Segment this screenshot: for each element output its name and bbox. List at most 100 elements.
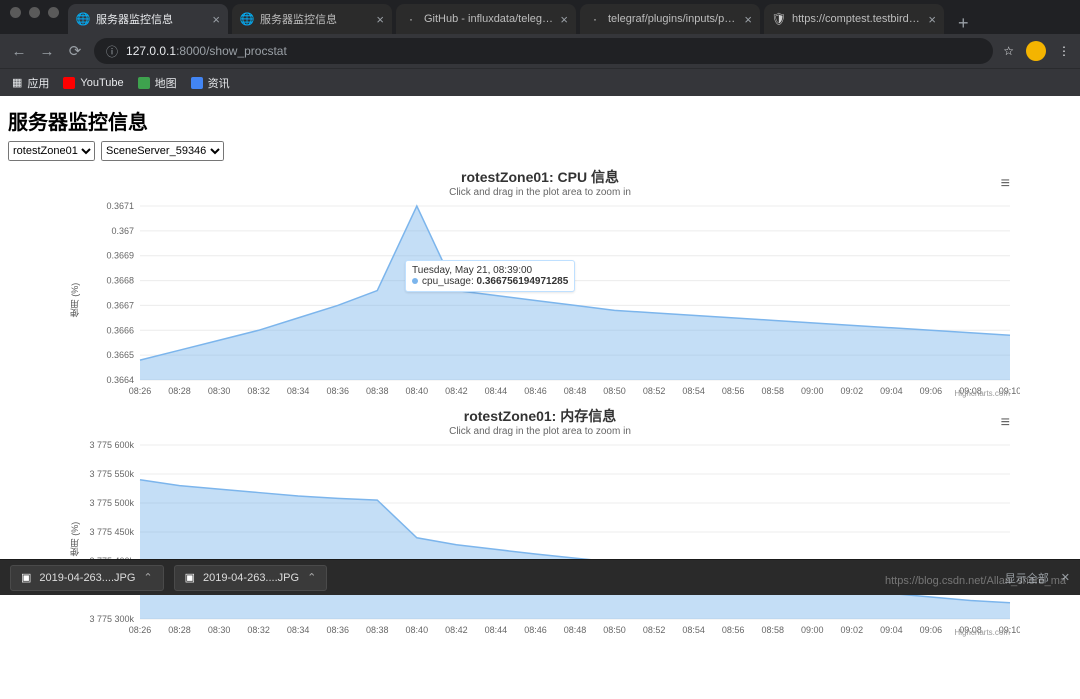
svg-text:08:54: 08:54 — [682, 625, 705, 635]
tab-title: 服务器监控信息 — [96, 11, 206, 27]
svg-text:3 775 600k: 3 775 600k — [89, 440, 134, 450]
svg-text:08:34: 08:34 — [287, 625, 310, 635]
bookmark-maps[interactable]: 地图 — [138, 75, 177, 91]
bookmark-youtube[interactable]: YouTube — [63, 77, 123, 89]
zone-select[interactable]: rotestZone01 — [8, 141, 95, 161]
browser-tab[interactable]: 🛡https://comptest.testbird.com…× — [764, 4, 944, 34]
highcharts-credit[interactable]: Highcharts.com — [954, 389, 1010, 398]
cpu-y-axis-title: 使用 (%) — [68, 283, 81, 318]
url-path: :8000/show_procstat — [176, 44, 287, 58]
cpu-plot-area[interactable]: 使用 (%) 0.36640.36650.36660.36670.36680.3… — [60, 200, 1020, 400]
svg-text:08:50: 08:50 — [603, 625, 626, 635]
fullscreen-window-icon[interactable] — [48, 7, 59, 18]
youtube-icon — [63, 77, 75, 89]
cpu-tooltip: Tuesday, May 21, 08:39:00 cpu_usage: 0.3… — [405, 260, 575, 292]
show-all-downloads-link[interactable]: 显示全部 — [1005, 570, 1049, 586]
svg-text:08:28: 08:28 — [168, 386, 191, 396]
svg-text:09:06: 09:06 — [920, 625, 943, 635]
svg-text:08:28: 08:28 — [168, 625, 191, 635]
url-host: 127.0.0.1 — [126, 44, 176, 58]
url-field[interactable]: ⓘ 127.0.0.1:8000/show_procstat — [94, 38, 993, 64]
file-icon: ▣ — [21, 571, 31, 584]
svg-text:09:04: 09:04 — [880, 386, 903, 396]
new-tab-button[interactable]: + — [948, 13, 979, 34]
svg-text:0.3668: 0.3668 — [106, 276, 134, 286]
download-filename: 2019-04-263....JPG — [203, 572, 299, 584]
svg-text:0.3664: 0.3664 — [106, 375, 134, 385]
svg-text:0.367: 0.367 — [111, 226, 134, 236]
macos-traffic-lights — [10, 7, 59, 18]
browser-address-bar: ← → ⟳ ⓘ 127.0.0.1:8000/show_procstat ☆ ⋮ — [0, 34, 1080, 68]
cpu-chart-title: rotestZone01: CPU 信息 — [60, 167, 1020, 187]
svg-text:08:38: 08:38 — [366, 625, 389, 635]
svg-text:08:54: 08:54 — [682, 386, 705, 396]
bookmark-news[interactable]: 资讯 — [191, 75, 230, 91]
tab-favicon-icon: · — [588, 12, 602, 26]
file-icon: ▣ — [185, 571, 195, 584]
mem-chart-title: rotestZone01: 内存信息 — [60, 406, 1020, 426]
svg-text:0.3667: 0.3667 — [106, 300, 134, 310]
nav-forward-icon[interactable]: → — [38, 43, 56, 60]
chart-menu-icon[interactable]: ≡ — [1001, 175, 1010, 193]
apps-shortcut[interactable]: ▦应用 — [12, 75, 49, 91]
svg-text:3 775 300k: 3 775 300k — [89, 614, 134, 624]
cpu-chart-subtitle: Click and drag in the plot area to zoom … — [60, 187, 1020, 198]
browser-menu-icon[interactable]: ⋮ — [1058, 44, 1070, 58]
browser-tab[interactable]: · telegraf/plugins/inputs/procst… × — [580, 4, 760, 34]
minimize-window-icon[interactable] — [29, 7, 40, 18]
tab-close-icon[interactable]: × — [376, 12, 384, 27]
svg-text:08:50: 08:50 — [603, 386, 626, 396]
svg-text:09:02: 09:02 — [841, 625, 864, 635]
tab-favicon-icon: 🛡 — [772, 12, 786, 26]
tab-close-icon[interactable]: × — [212, 12, 220, 27]
tooltip-value: 0.366756194971285 — [477, 276, 569, 287]
tooltip-time: Tuesday, May 21, 08:39:00 — [412, 265, 568, 276]
tab-close-icon[interactable]: × — [928, 12, 936, 27]
browser-tab[interactable]: 🌐服务器监控信息× — [232, 4, 392, 34]
highcharts-credit[interactable]: Highcharts.com — [954, 628, 1010, 637]
mem-chart-card: rotestZone01: 内存信息 Click and drag in the… — [60, 406, 1020, 639]
tab-close-icon[interactable]: × — [560, 12, 568, 27]
download-item[interactable]: ▣ 2019-04-263....JPG ⌃ — [174, 565, 328, 591]
tab-close-icon[interactable]: × — [744, 12, 752, 27]
svg-text:08:32: 08:32 — [247, 625, 270, 635]
svg-text:08:56: 08:56 — [722, 386, 745, 396]
download-item[interactable]: ▣ 2019-04-263....JPG ⌃ — [10, 565, 164, 591]
svg-text:0.3669: 0.3669 — [106, 251, 134, 261]
browser-tab[interactable]: ·GitHub - influxdata/telegraf: Th…× — [396, 4, 576, 34]
chevron-up-icon[interactable]: ⌃ — [143, 571, 152, 584]
tab-favicon-icon: · — [404, 12, 418, 26]
bookmark-star-icon[interactable]: ☆ — [1003, 44, 1014, 58]
svg-text:08:46: 08:46 — [524, 386, 547, 396]
nav-reload-icon[interactable]: ⟳ — [66, 42, 84, 60]
nav-back-icon[interactable]: ← — [10, 43, 28, 60]
close-downloads-bar-icon[interactable]: ✕ — [1061, 571, 1070, 584]
chart-menu-icon[interactable]: ≡ — [1001, 414, 1010, 432]
svg-text:08:30: 08:30 — [208, 625, 231, 635]
tab-favicon-icon: 🌐 — [240, 12, 254, 26]
mem-chart-subtitle: Click and drag in the plot area to zoom … — [60, 426, 1020, 437]
tab-title: telegraf/plugins/inputs/procst… — [608, 13, 738, 25]
site-info-icon[interactable]: ⓘ — [106, 43, 118, 60]
svg-text:08:36: 08:36 — [326, 625, 349, 635]
mem-plot-area[interactable]: 使用 (%) 3 775 300k3 775 350k3 775 400k3 7… — [60, 439, 1020, 639]
svg-text:08:40: 08:40 — [406, 625, 429, 635]
cpu-chart-card: rotestZone01: CPU 信息 Click and drag in t… — [60, 167, 1020, 400]
svg-text:08:44: 08:44 — [485, 625, 508, 635]
apps-grid-icon: ▦ — [12, 76, 22, 89]
svg-text:08:42: 08:42 — [445, 386, 468, 396]
tooltip-series-label: cpu_usage: — [422, 276, 474, 287]
close-window-icon[interactable] — [10, 7, 21, 18]
svg-text:08:58: 08:58 — [761, 625, 784, 635]
svg-text:0.3665: 0.3665 — [106, 350, 134, 360]
chevron-up-icon[interactable]: ⌃ — [307, 571, 316, 584]
svg-text:09:04: 09:04 — [880, 625, 903, 635]
svg-text:0.3671: 0.3671 — [106, 201, 134, 211]
server-select[interactable]: SceneServer_59346 — [101, 141, 224, 161]
tab-favicon-icon: 🌐 — [76, 12, 90, 26]
browser-tab[interactable]: 🌐 服务器监控信息 × — [68, 4, 228, 34]
profile-avatar-icon[interactable] — [1026, 41, 1046, 61]
svg-text:08:52: 08:52 — [643, 625, 666, 635]
svg-text:08:44: 08:44 — [485, 386, 508, 396]
svg-text:08:48: 08:48 — [564, 625, 587, 635]
